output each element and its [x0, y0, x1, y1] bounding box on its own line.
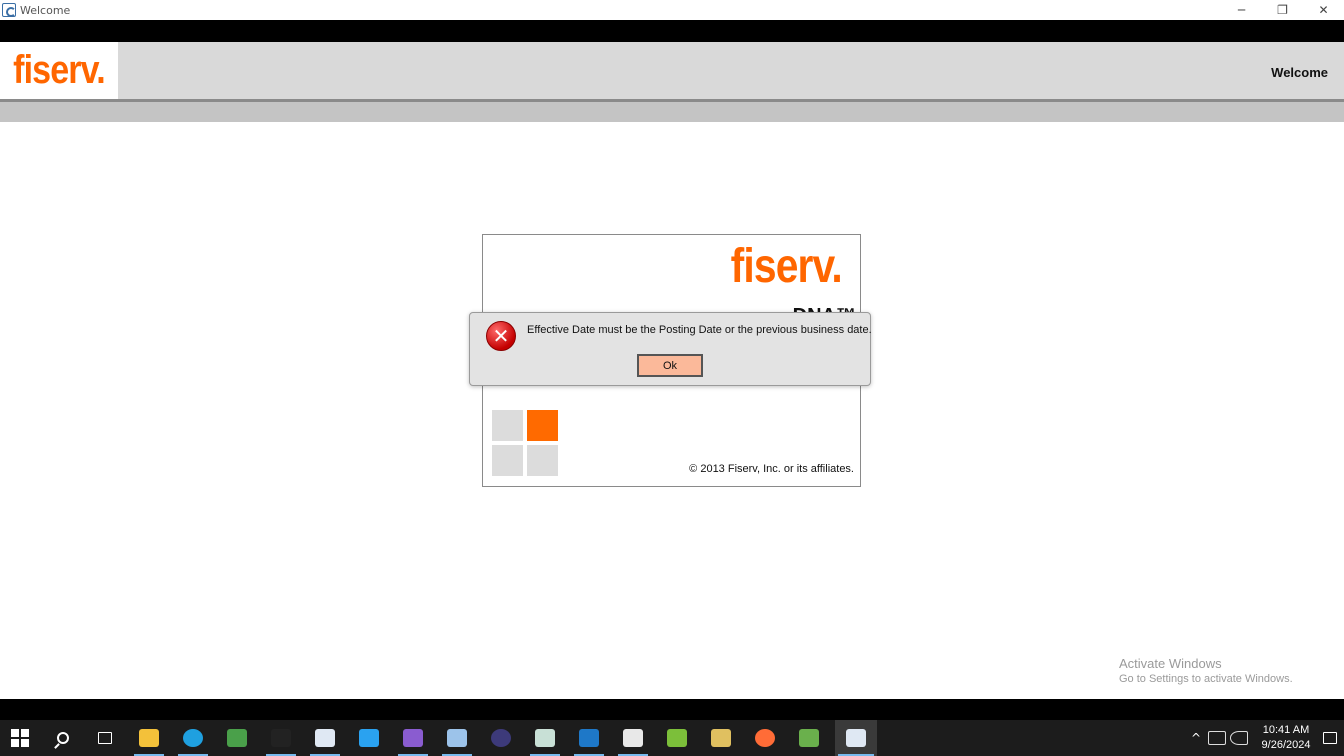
tray-chevron-icon[interactable]: ^	[1186, 731, 1206, 745]
tile-orange	[527, 410, 558, 441]
splash-logo: fiserv.	[730, 240, 843, 293]
error-icon: ✕	[486, 321, 516, 351]
system-tray: ^ 10:41 AM 9/26/2024	[1186, 720, 1344, 756]
tile-grey	[492, 410, 523, 441]
app-header: fiserv. Welcome	[0, 42, 1344, 99]
desktop-screen: Welcome ─ ❐ ✕ fiserv. Welcome fiserv. DN…	[0, 0, 1344, 756]
error-message: Effective Date must be the Posting Date …	[527, 324, 872, 336]
window-title: Welcome	[20, 3, 71, 17]
vscode-icon[interactable]	[351, 720, 387, 756]
header-title: Welcome	[1271, 65, 1328, 80]
task-view-icon[interactable]	[87, 720, 123, 756]
app-icon	[2, 3, 16, 17]
restore-button[interactable]: ❐	[1262, 0, 1303, 20]
tile-grey	[527, 445, 558, 476]
chart-doc-icon[interactable]	[659, 720, 695, 756]
watermark-subtitle: Go to Settings to activate Windows.	[1119, 673, 1293, 685]
clock[interactable]: 10:41 AM 9/26/2024	[1256, 723, 1316, 753]
bottom-black-bar	[0, 699, 1344, 720]
tile-grey	[492, 445, 523, 476]
window-app-icon[interactable]	[571, 720, 607, 756]
copyright-text: © 2013 Fiserv, Inc. or its affiliates.	[689, 463, 854, 475]
clock-date: 9/26/2024	[1261, 739, 1311, 751]
visual-studio-icon[interactable]	[395, 720, 431, 756]
postman-icon[interactable]	[747, 720, 783, 756]
terminal-icon[interactable]	[263, 720, 299, 756]
sub-header-bar	[0, 102, 1344, 122]
document-app-icon[interactable]	[439, 720, 475, 756]
clock-time: 10:41 AM	[1262, 724, 1310, 736]
player-app-icon[interactable]	[791, 720, 827, 756]
header-logo-box: fiserv.	[0, 42, 118, 99]
watermark-title: Activate Windows	[1119, 656, 1222, 671]
ok-button[interactable]: Ok	[637, 354, 703, 377]
volume-icon[interactable]	[1230, 731, 1248, 745]
dna-app-icon[interactable]	[307, 720, 343, 756]
notification-icon[interactable]	[1316, 720, 1344, 756]
taskbar: ^ 10:41 AM 9/26/2024	[0, 720, 1344, 756]
minimize-button[interactable]: ─	[1221, 0, 1262, 20]
media-app-icon[interactable]	[219, 720, 255, 756]
eclipse-icon[interactable]	[483, 720, 519, 756]
fiserv-logo: fiserv.	[13, 48, 106, 92]
file-explorer-icon[interactable]	[131, 720, 167, 756]
window-title-bar: Welcome ─ ❐ ✕	[0, 0, 1344, 20]
paint-app-icon[interactable]	[615, 720, 651, 756]
window-controls: ─ ❐ ✕	[1221, 0, 1344, 20]
notepad-app-icon[interactable]	[527, 720, 563, 756]
start-icon[interactable]	[2, 720, 38, 756]
error-dialog: ✕ Effective Date must be the Posting Dat…	[469, 312, 872, 386]
activation-watermark: Activate Windows Go to Settings to activ…	[1119, 656, 1293, 685]
files-app-icon[interactable]	[703, 720, 739, 756]
edge-icon[interactable]	[175, 720, 211, 756]
close-button[interactable]: ✕	[1303, 0, 1344, 20]
dna-app-active-icon[interactable]	[835, 720, 877, 756]
search-icon[interactable]	[45, 720, 81, 756]
top-black-bar	[0, 20, 1344, 42]
network-icon[interactable]	[1208, 731, 1226, 745]
